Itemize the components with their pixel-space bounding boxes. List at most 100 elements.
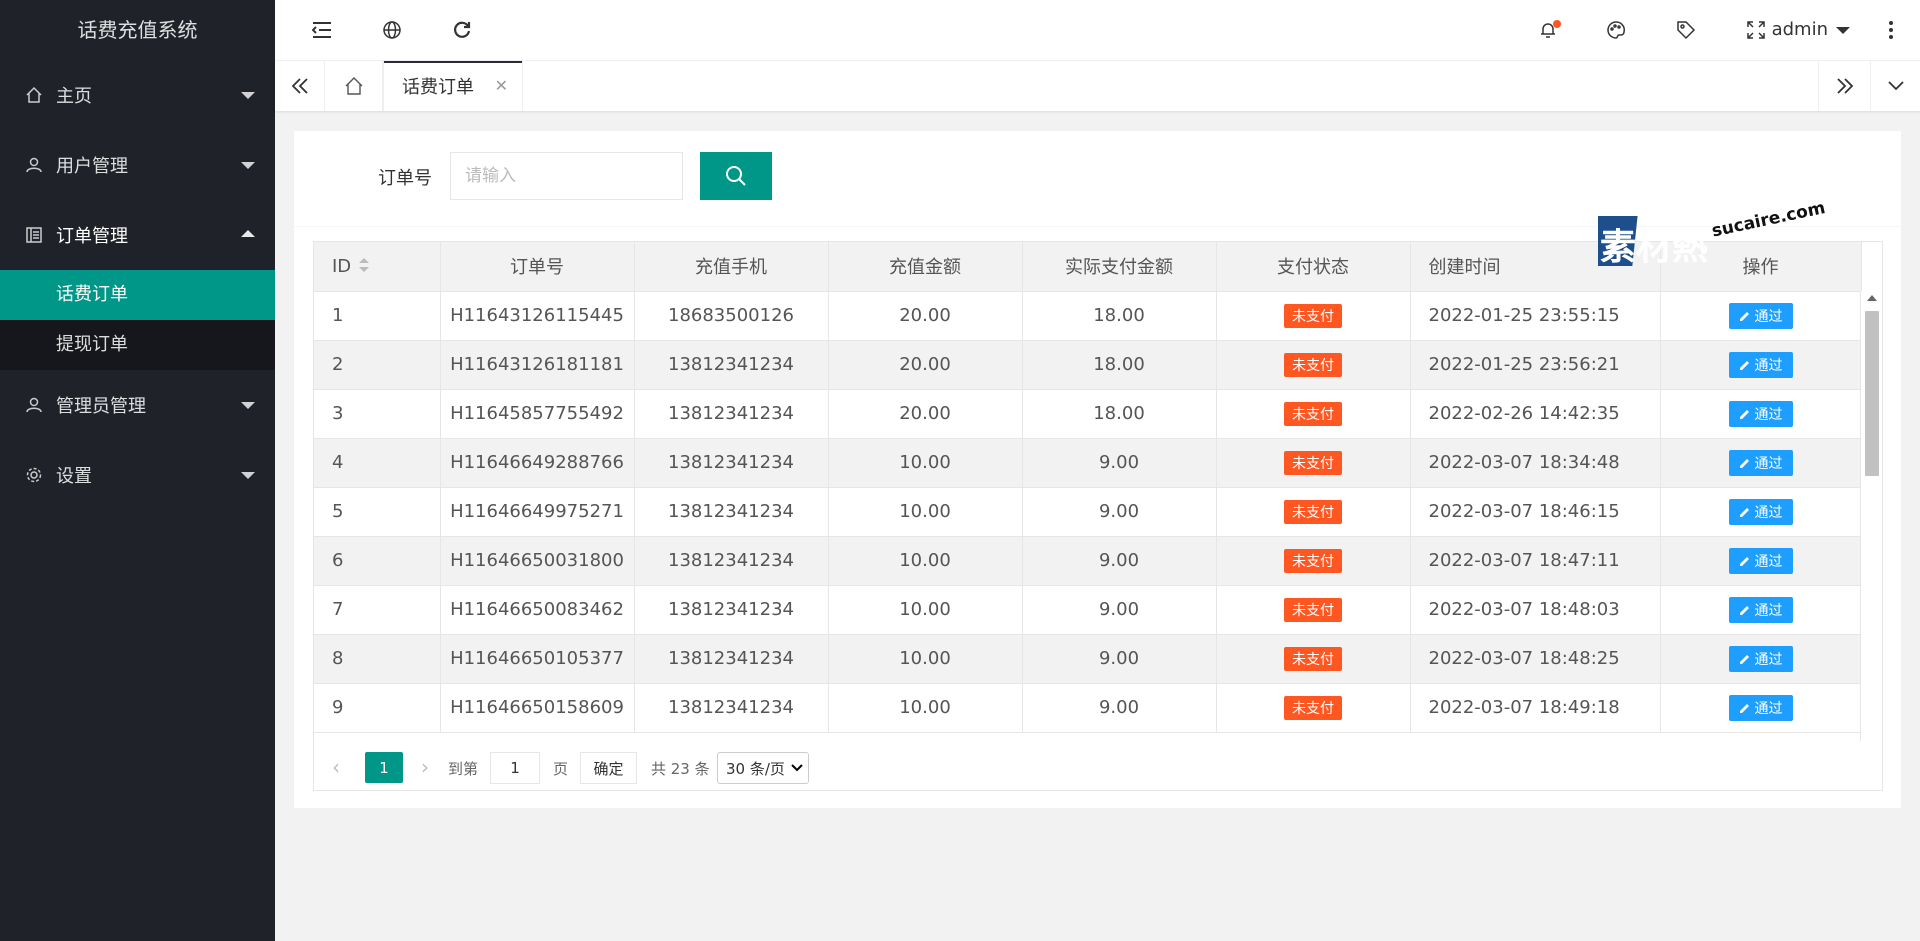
cell-amount: 10.00	[828, 487, 1023, 537]
refresh-button[interactable]	[433, 0, 491, 60]
cell-amount: 10.00	[828, 634, 1023, 684]
gear-icon	[24, 465, 44, 485]
sidebar-item-users[interactable]: 用户管理	[0, 130, 275, 200]
approve-button[interactable]: 通过	[1728, 645, 1793, 672]
approve-button[interactable]: 通过	[1728, 400, 1793, 427]
cell-id: 2	[314, 340, 441, 390]
cell-id: 7	[314, 585, 441, 635]
cell-time: 2022-03-07 18:48:25	[1410, 634, 1661, 684]
scrollbar-thumb[interactable]	[1865, 311, 1879, 476]
cell-phone: 18683500126	[634, 291, 829, 341]
sort-icon[interactable]	[359, 256, 370, 277]
table-row: 9 H11646650158609 13812341234 10.00 9.00 未支付 2…	[314, 683, 1862, 733]
edit-icon	[1739, 605, 1749, 615]
approve-button[interactable]: 通过	[1728, 547, 1793, 574]
note-button[interactable]	[1657, 0, 1715, 60]
tab-home[interactable]	[325, 61, 383, 111]
table-row: 1 H11643126115445 18683500126 20.00 18.00 未支付…	[314, 291, 1862, 341]
cell-phone: 13812341234	[634, 389, 829, 439]
approve-label: 通过	[1754, 406, 1783, 423]
order-icon	[24, 225, 44, 245]
chevron-down-icon	[1887, 81, 1904, 91]
total-count: 共 23 条	[651, 760, 710, 778]
goto-confirm-button[interactable]: 确定	[580, 752, 637, 784]
column-header-id[interactable]: ID	[314, 242, 441, 292]
chevron-up-icon	[241, 230, 255, 237]
approve-button[interactable]: 通过	[1728, 694, 1793, 721]
chevron-down-icon	[241, 92, 255, 99]
approve-button[interactable]: 通过	[1728, 596, 1793, 623]
cell-time: 2022-03-07 18:34:48	[1410, 438, 1661, 488]
cell-amount: 20.00	[828, 291, 1023, 341]
cell-status: 未支付	[1216, 389, 1411, 439]
theme-button[interactable]	[1587, 0, 1645, 60]
menu-toggle-button[interactable]	[293, 0, 351, 60]
watermark-cn: 素材熱	[1600, 227, 1709, 268]
status-badge: 未支付	[1284, 548, 1342, 573]
edit-icon	[1739, 703, 1749, 713]
goto-page-input[interactable]	[490, 752, 540, 784]
user-name: admin	[1771, 19, 1828, 40]
tab-label: 话费订单	[402, 77, 474, 98]
sidebar-item-admins[interactable]: 管理员管理	[0, 370, 275, 440]
cell-paid: 9.00	[1022, 683, 1217, 733]
tag-icon	[1677, 21, 1696, 40]
approve-button[interactable]: 通过	[1728, 449, 1793, 476]
sidebar-submenu-orders: 话费订单 提现订单	[0, 270, 275, 370]
cell-paid: 9.00	[1022, 536, 1217, 586]
cell-amount: 20.00	[828, 340, 1023, 390]
table-row: 4 H11646649288766 13812341234 10.00 9.00 未支付 2…	[314, 438, 1862, 488]
user-icon	[24, 155, 44, 175]
prev-page-icon[interactable]: ‹	[332, 755, 340, 779]
approve-label: 通过	[1754, 700, 1783, 717]
approve-button[interactable]: 通过	[1728, 302, 1793, 329]
table-scrollbar[interactable]	[1860, 291, 1882, 751]
sidebar-item-withdraw-orders[interactable]: 提现订单	[0, 320, 275, 370]
top-header: admin	[275, 0, 1920, 61]
tabs-scroll-left-button[interactable]	[275, 61, 325, 111]
cell-paid: 18.00	[1022, 389, 1217, 439]
order-no-input[interactable]	[450, 152, 683, 200]
cell-id: 3	[314, 389, 441, 439]
tabs-scroll-right-button[interactable]	[1818, 61, 1870, 111]
search-button[interactable]	[700, 152, 772, 200]
cell-order-no: H11646650105377	[440, 634, 635, 684]
close-icon[interactable]: ✕	[495, 76, 508, 95]
cell-phone: 13812341234	[634, 634, 829, 684]
website-button[interactable]	[363, 0, 421, 60]
more-button[interactable]	[1862, 0, 1920, 60]
cell-time: 2022-01-25 23:56:21	[1410, 340, 1661, 390]
cell-amount: 20.00	[828, 389, 1023, 439]
cell-order-no: H11646650031800	[440, 536, 635, 586]
approve-label: 通过	[1754, 651, 1783, 668]
cell-paid: 9.00	[1022, 585, 1217, 635]
cell-time: 2022-03-07 18:46:15	[1410, 487, 1661, 537]
fullscreen-icon	[1747, 21, 1765, 39]
tab-phone-orders[interactable]: 话费订单 ✕	[383, 61, 523, 111]
next-page-icon[interactable]: ›	[421, 755, 429, 779]
status-badge: 未支付	[1284, 499, 1342, 524]
sidebar-item-home[interactable]: 主页	[0, 60, 275, 130]
sidebar: 话费充值系统 主页 用户管理 订单管理 话费订单 提现订单 管理员管理 设置	[0, 0, 275, 941]
sidebar-item-orders[interactable]: 订单管理	[0, 200, 275, 270]
page-current[interactable]: 1	[365, 752, 403, 783]
approve-button[interactable]: 通过	[1728, 351, 1793, 378]
cell-order-no: H11646650158609	[440, 683, 635, 733]
notification-button[interactable]	[1519, 0, 1577, 60]
approve-button[interactable]: 通过	[1728, 498, 1793, 525]
sidebar-item-settings[interactable]: 设置	[0, 440, 275, 510]
cell-amount: 10.00	[828, 438, 1023, 488]
cell-id: 8	[314, 634, 441, 684]
tabs-menu-button[interactable]	[1870, 61, 1920, 111]
cell-amount: 10.00	[828, 585, 1023, 635]
cell-status: 未支付	[1216, 585, 1411, 635]
page-size-select[interactable]: 30 条/页	[717, 752, 809, 784]
goto-label: 到第	[448, 760, 479, 778]
cell-phone: 13812341234	[634, 438, 829, 488]
cell-order-no: H11646650083462	[440, 585, 635, 635]
user-menu[interactable]: admin	[1772, 0, 1850, 60]
scroll-up-icon[interactable]	[1867, 295, 1877, 301]
cell-id: 5	[314, 487, 441, 537]
edit-icon	[1739, 360, 1749, 370]
sidebar-item-phone-orders[interactable]: 话费订单	[0, 270, 275, 320]
